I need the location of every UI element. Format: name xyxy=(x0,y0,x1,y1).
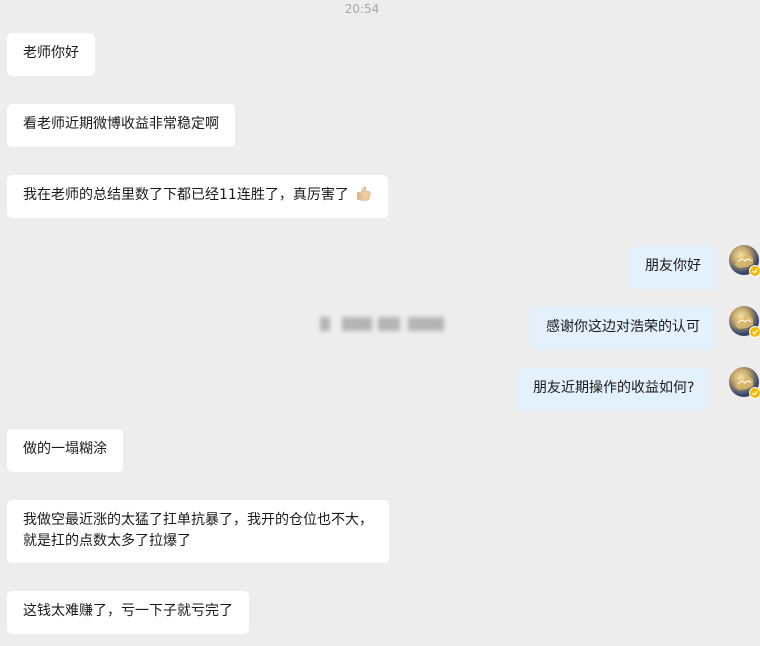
incoming-message[interactable]: 看老师近期微博收益非常稳定啊 xyxy=(7,104,235,147)
outgoing-message[interactable]: 朋友近期操作的收益如何? xyxy=(517,368,711,411)
sender-avatar[interactable] xyxy=(729,367,760,399)
sender-avatar[interactable] xyxy=(729,245,760,277)
outgoing-message[interactable]: 朋友你好 xyxy=(629,246,717,289)
thumbs-up-icon xyxy=(355,185,372,209)
message-text: 看老师近期微博收益非常稳定啊 xyxy=(23,116,219,132)
verified-badge-icon xyxy=(749,326,760,338)
message-text: 做的一塌糊涂 xyxy=(23,441,107,457)
chat-window: 20:54 老师你好 看老师近期微博收益非常稳定啊 我在老师的总结里数了下都已经… xyxy=(0,0,760,646)
incoming-message[interactable]: 我做空最近涨的太猛了扛单抗暴了，我开的仓位也不大， 就是扛的点数太多了拉爆了 xyxy=(7,500,389,563)
message-text-line: 我做空最近涨的太猛了扛单抗暴了，我开的仓位也不大， xyxy=(23,512,373,528)
verified-badge-icon xyxy=(749,265,760,277)
incoming-message[interactable]: 做的一塌糊涂 xyxy=(7,429,123,472)
message-timestamp: 20:54 xyxy=(344,2,380,16)
message-text: 我在老师的总结里数了下都已经11连胜了，真厉害了 xyxy=(23,187,349,203)
message-text: 朋友你好 xyxy=(645,258,701,274)
message-text: 老师你好 xyxy=(23,45,79,61)
incoming-message[interactable]: 这钱太难赚了，亏一下子就亏完了 xyxy=(7,591,249,634)
redacted-content xyxy=(318,313,448,335)
incoming-message[interactable]: 老师你好 xyxy=(7,33,95,76)
verified-badge-icon xyxy=(749,387,760,399)
message-text: 朋友近期操作的收益如何? xyxy=(533,380,695,396)
outgoing-message[interactable]: 感谢你这边对浩荣的认可 xyxy=(530,307,716,350)
message-text-line: 就是扛的点数太多了拉爆了 xyxy=(23,533,191,549)
incoming-message[interactable]: 我在老师的总结里数了下都已经11连胜了，真厉害了 xyxy=(7,175,389,218)
message-text: 这钱太难赚了，亏一下子就亏完了 xyxy=(23,603,233,619)
sender-avatar[interactable] xyxy=(729,306,760,338)
message-text: 感谢你这边对浩荣的认可 xyxy=(546,319,700,335)
